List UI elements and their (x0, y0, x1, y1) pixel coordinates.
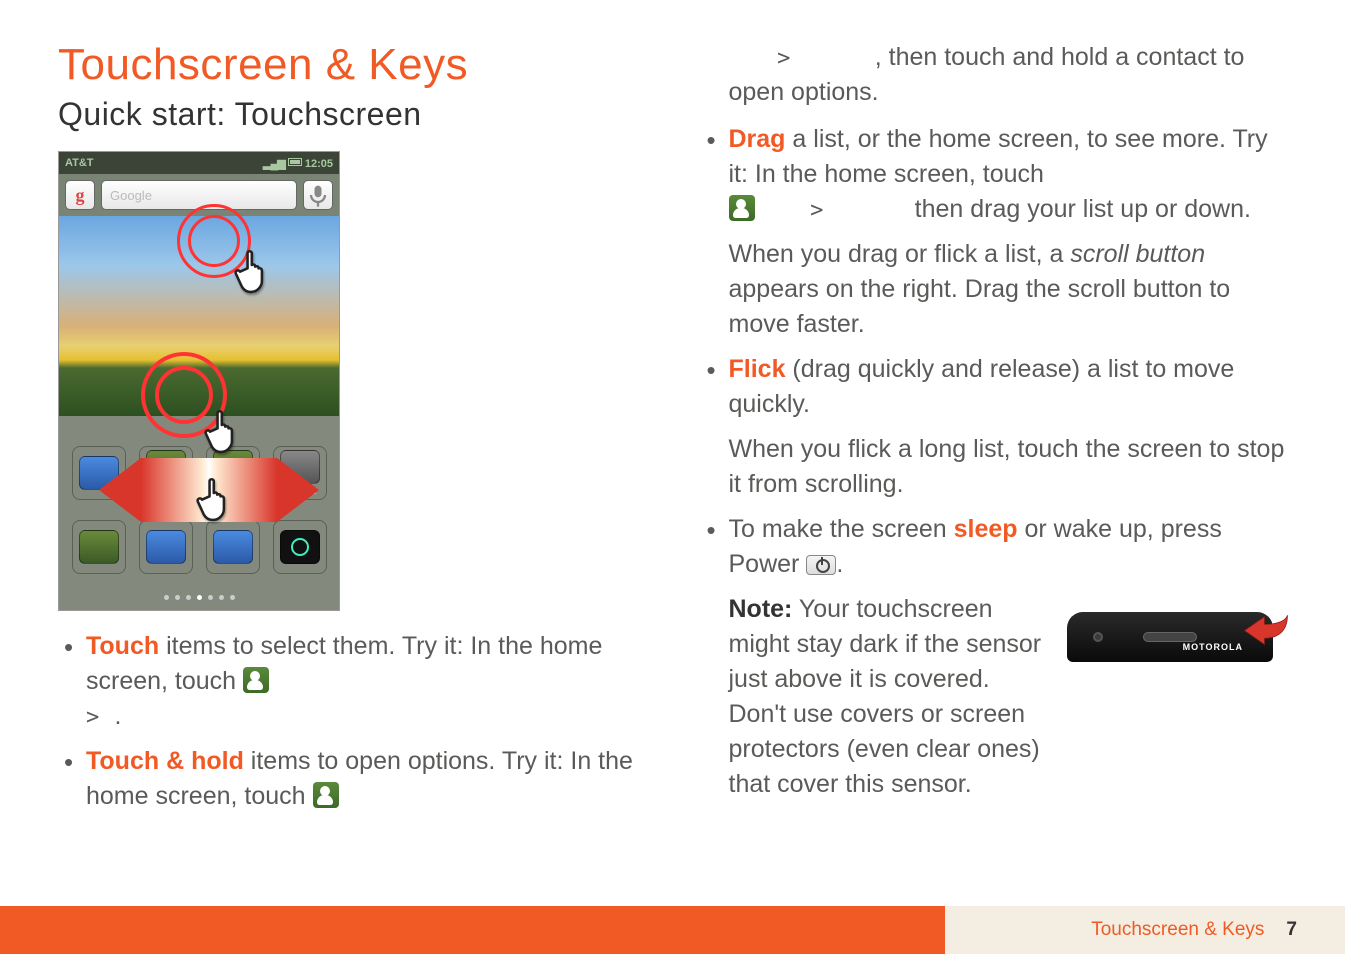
note-label: Note: (729, 595, 793, 623)
device-top-image: MOTOROLA (1067, 596, 1287, 694)
flick-note: When you flick a long list, touch the sc… (729, 432, 1288, 502)
hand-pointer-icon (199, 402, 253, 458)
bullet-flick: Flick (drag quickly and release) a list … (701, 352, 1288, 502)
status-right: ▂▄▆ 12:05 (263, 157, 333, 170)
note-text: Note: Your touchscreen might stay dark i… (729, 592, 1050, 802)
clock: 12:05 (305, 158, 333, 170)
drag-scroll-note: When you drag or flick a list, a scroll … (729, 237, 1288, 342)
dock-fav (206, 520, 260, 574)
contacts-icon (729, 195, 755, 221)
red-arrow-icon (1243, 612, 1289, 646)
bullet-sleep: To make the screen sleep or wake up, pre… (701, 512, 1288, 802)
google-g-icon: g (65, 180, 95, 210)
contacts-icon (313, 782, 339, 808)
keyword-touch-hold: Touch & hold (86, 747, 244, 775)
bullet-touch: Touch items to select them. Try it: In t… (58, 629, 645, 734)
motorola-logo: MOTOROLA (1183, 641, 1243, 654)
keyword-flick: Flick (729, 355, 786, 383)
hand-pointer-icon (229, 242, 283, 298)
footer-section: Touchscreen & Keys (1091, 919, 1264, 941)
page-subtitle: Quick start: Touchscreen (58, 96, 645, 133)
keyword-touch: Touch (86, 632, 159, 660)
keyword-sleep: sleep (954, 515, 1018, 543)
footer-accent (0, 906, 945, 954)
hand-pointer-icon (191, 470, 245, 526)
dock-fav (273, 520, 327, 574)
mic-icon (303, 180, 333, 210)
contacts-icon (243, 667, 269, 693)
power-icon (806, 555, 836, 575)
phone-screenshot: AT&T ▂▄▆ 12:05 g Google Text Messa Marke (58, 151, 340, 611)
page-footer: Touchscreen & Keys 7 (0, 906, 1345, 954)
continuation-text: > , then touch and hold a contact to ope… (701, 40, 1288, 110)
bullet-touch-hold: Touch & hold items to open options. Try … (58, 744, 645, 814)
footer-page-number: 7 (1286, 919, 1297, 941)
dock-fav (139, 520, 193, 574)
keyword-drag: Drag (729, 125, 786, 153)
page-indicator (59, 595, 339, 600)
search-input: Google (101, 180, 297, 210)
carrier-label: AT&T (65, 157, 94, 169)
bullet-drag: Drag a list, or the home screen, to see … (701, 122, 1288, 342)
status-bar: AT&T ▂▄▆ 12:05 (59, 152, 339, 174)
dock-fav (72, 520, 126, 574)
sensor-icon (1093, 632, 1103, 642)
page-title: Touchscreen & Keys (58, 40, 645, 90)
